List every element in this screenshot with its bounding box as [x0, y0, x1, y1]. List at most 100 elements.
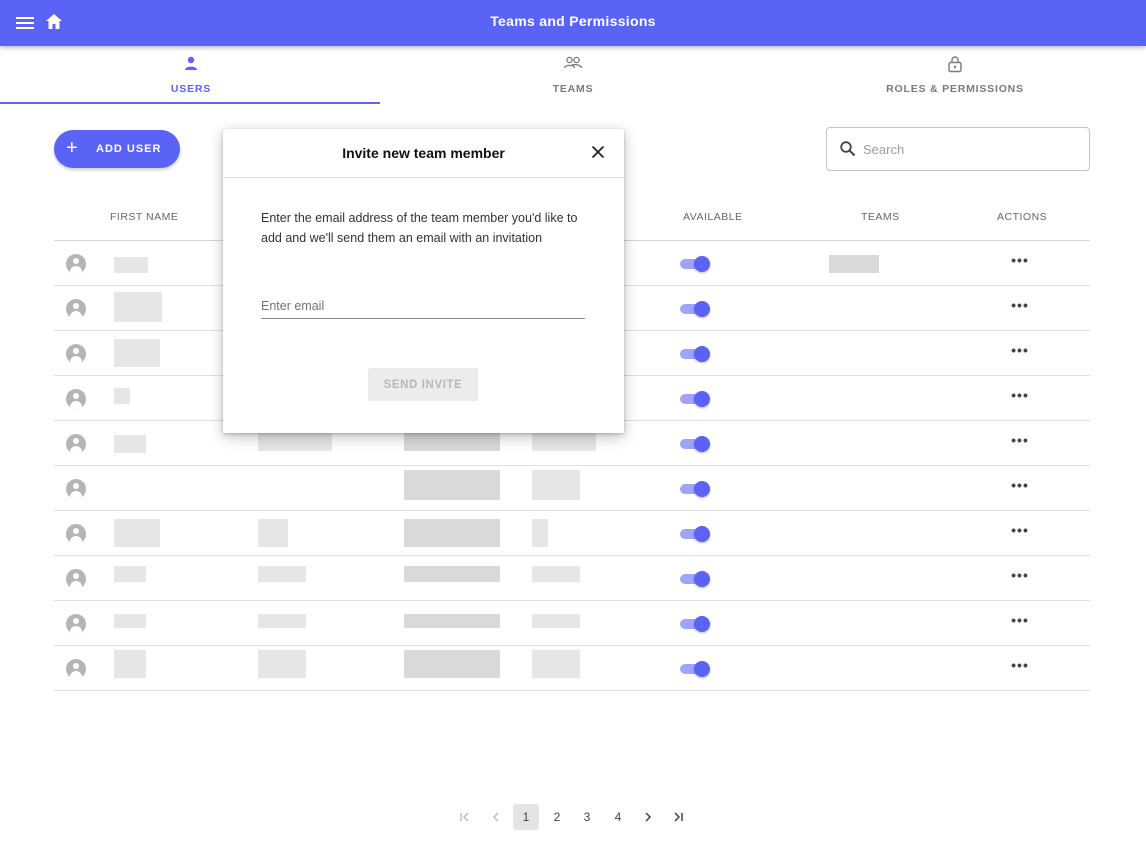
dialog-divider: [223, 177, 624, 178]
dialog-description: Enter the email address of the team memb…: [261, 211, 578, 245]
redacted-email: [404, 433, 500, 451]
table-row[interactable]: •••: [54, 646, 1090, 691]
available-toggle[interactable]: [680, 660, 710, 678]
available-toggle[interactable]: [680, 345, 710, 363]
last-page-button[interactable]: [665, 804, 691, 830]
avatar: [66, 524, 86, 544]
available-toggle[interactable]: [680, 570, 710, 588]
available-toggle[interactable]: [680, 390, 710, 408]
column-header-first-name[interactable]: FIRST NAME: [110, 211, 178, 223]
redacted-first-name: [114, 257, 148, 273]
active-tab-indicator: [0, 102, 380, 104]
tab-bar: USERS TEAMS ROLES & PERMISSIONS: [0, 46, 1146, 104]
more-actions-icon[interactable]: •••: [1006, 253, 1034, 273]
next-page-button[interactable]: [635, 804, 661, 830]
add-user-label: ADD USER: [96, 143, 162, 155]
more-actions-icon[interactable]: •••: [1006, 523, 1034, 543]
plus-icon: +: [66, 137, 78, 159]
more-actions-icon[interactable]: •••: [1006, 613, 1034, 633]
first-page-button[interactable]: [452, 804, 478, 830]
redacted-team-chip: [829, 255, 879, 273]
first-page-icon: [460, 812, 469, 822]
page-3-button[interactable]: 3: [574, 804, 600, 830]
app-bar: Teams and Permissions: [0, 0, 1146, 46]
redacted-email: [404, 470, 500, 500]
redacted-first-name: [114, 435, 146, 453]
avatar: [66, 299, 86, 319]
redacted-first-name: [114, 388, 130, 404]
redacted-role: [532, 470, 580, 500]
avatar: [66, 479, 86, 499]
available-toggle[interactable]: [680, 435, 710, 453]
tab-roles-label: ROLES & PERMISSIONS: [886, 83, 1024, 95]
table-row[interactable]: •••: [54, 556, 1090, 601]
redacted-last-name: [258, 650, 306, 678]
avatar: [66, 389, 86, 409]
more-actions-icon[interactable]: •••: [1006, 568, 1034, 588]
person-icon: [185, 56, 197, 70]
avatar: [66, 569, 86, 589]
more-actions-icon[interactable]: •••: [1006, 343, 1034, 363]
send-invite-button[interactable]: SEND INVITE: [368, 368, 478, 401]
people-icon: [563, 56, 583, 69]
redacted-last-name: [258, 614, 306, 628]
avatar: [66, 344, 86, 364]
tab-users[interactable]: USERS: [0, 46, 382, 104]
search-input[interactable]: [863, 138, 1073, 160]
search-icon: [840, 141, 856, 157]
tab-users-label: USERS: [170, 83, 212, 95]
redacted-email: [404, 519, 500, 547]
available-toggle[interactable]: [680, 255, 710, 273]
redacted-last-name: [258, 433, 332, 451]
redacted-email: [404, 650, 500, 678]
column-header-actions: ACTIONS: [997, 211, 1048, 223]
available-toggle[interactable]: [680, 525, 710, 543]
page-2-button[interactable]: 2: [544, 804, 570, 830]
table-row[interactable]: •••: [54, 466, 1090, 511]
redacted-last-name: [258, 519, 288, 547]
redacted-email: [404, 614, 500, 628]
redacted-email: [404, 566, 500, 582]
last-page-icon: [674, 812, 683, 822]
redacted-role: [532, 566, 580, 582]
search-box: [826, 127, 1090, 171]
redacted-first-name: [114, 614, 146, 628]
more-actions-icon[interactable]: •••: [1006, 478, 1034, 498]
previous-page-button[interactable]: [483, 804, 509, 830]
more-actions-icon[interactable]: •••: [1006, 658, 1034, 678]
add-user-button[interactable]: + ADD USER: [54, 130, 180, 168]
more-actions-icon[interactable]: •••: [1006, 388, 1034, 408]
redacted-first-name: [114, 650, 146, 678]
column-header-teams[interactable]: TEAMS: [861, 211, 900, 223]
more-actions-icon[interactable]: •••: [1006, 433, 1034, 453]
column-header-available[interactable]: AVAILABLE: [683, 211, 743, 223]
available-toggle[interactable]: [680, 480, 710, 498]
tab-roles-permissions[interactable]: ROLES & PERMISSIONS: [764, 46, 1146, 104]
chevron-left-icon: [492, 812, 499, 822]
tab-teams[interactable]: TEAMS: [382, 46, 764, 104]
page-4-button[interactable]: 4: [605, 804, 631, 830]
close-icon[interactable]: [590, 144, 606, 160]
redacted-last-name: [258, 566, 306, 582]
avatar: [66, 254, 86, 274]
lock-icon: [948, 56, 962, 73]
invite-dialog: Invite new team member Enter the email a…: [223, 129, 624, 433]
redacted-first-name: [114, 519, 160, 547]
available-toggle[interactable]: [680, 300, 710, 318]
table-row[interactable]: •••: [54, 601, 1090, 646]
more-actions-icon[interactable]: •••: [1006, 298, 1034, 318]
page-title: Teams and Permissions: [490, 13, 656, 29]
redacted-role: [532, 433, 596, 451]
available-toggle[interactable]: [680, 615, 710, 633]
table-row[interactable]: •••: [54, 511, 1090, 556]
redacted-first-name: [114, 292, 162, 322]
redacted-first-name: [114, 339, 160, 367]
redacted-role: [532, 519, 548, 547]
chevron-right-icon: [645, 812, 652, 822]
page-1-button[interactable]: 1: [513, 804, 539, 830]
redacted-first-name: [114, 566, 146, 582]
avatar: [66, 434, 86, 454]
redacted-role: [532, 614, 580, 628]
email-field[interactable]: [261, 293, 585, 319]
avatar: [66, 614, 86, 634]
